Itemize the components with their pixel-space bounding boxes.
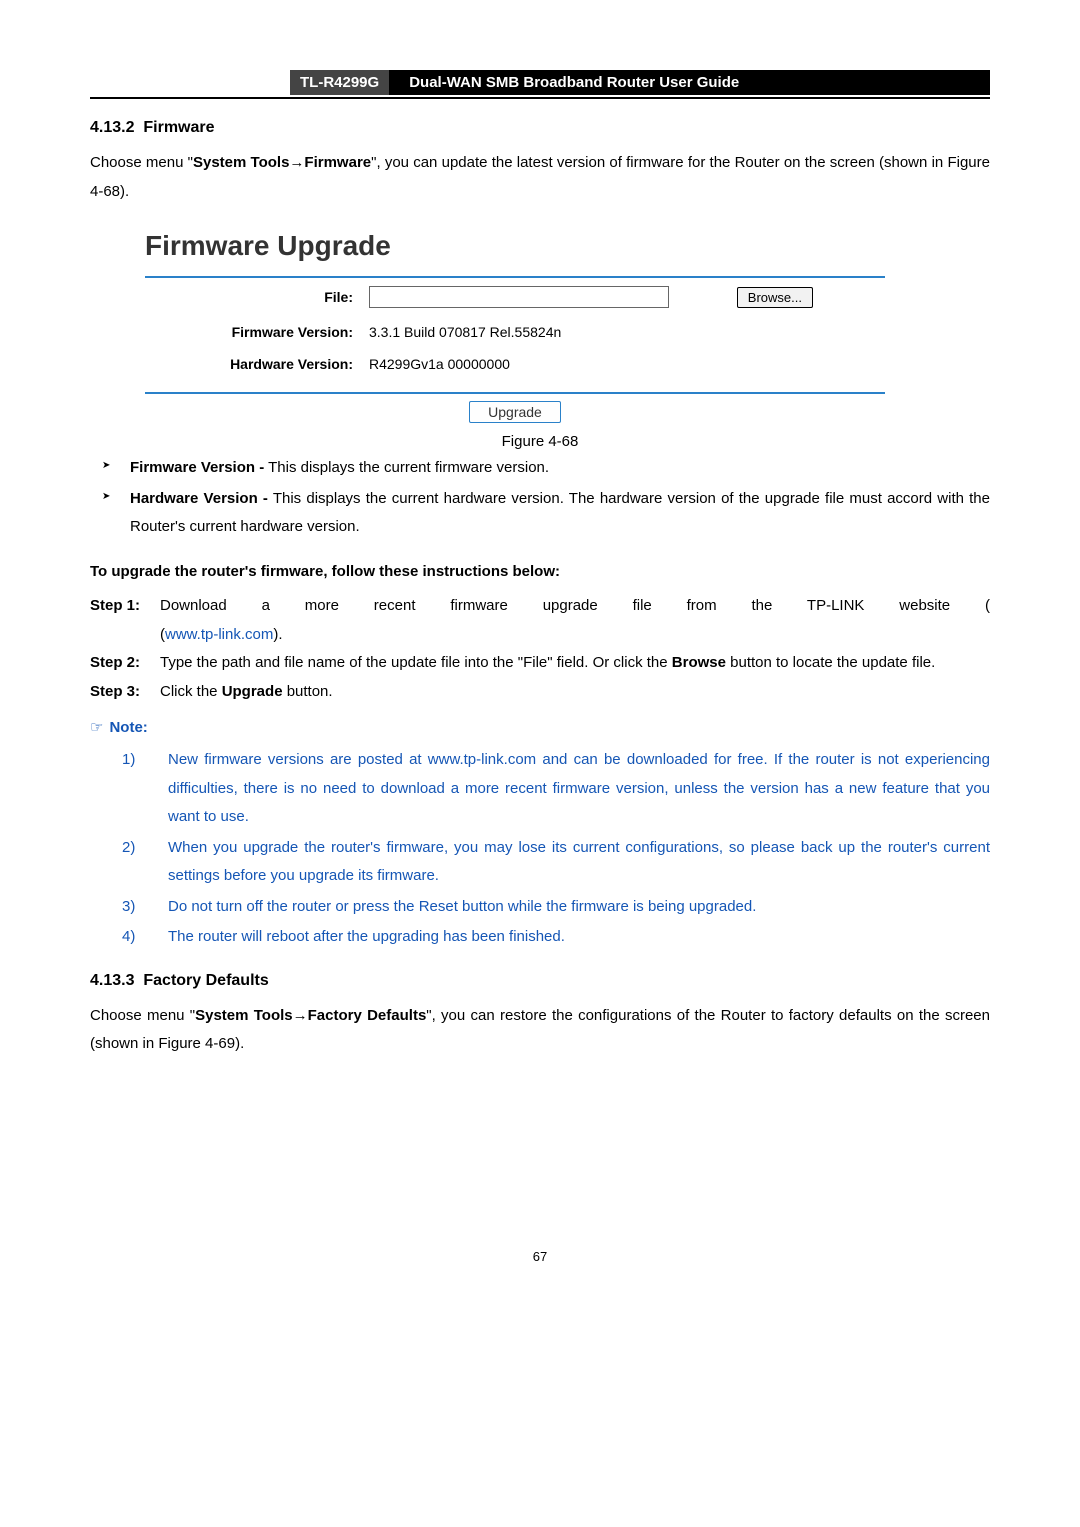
section2-intro-bold: System Tools→Factory Defaults	[195, 1007, 426, 1024]
note-list: 1) New firmware versions are posted at w…	[90, 746, 990, 952]
step1b-text: (www.tp-link.com).	[160, 621, 990, 650]
step-list: Step 1: Download a more recent firmware …	[90, 592, 990, 706]
note-item-1: 1) New firmware versions are posted at w…	[90, 746, 990, 832]
note-item-3: 3) Do not turn off the router or press t…	[90, 893, 990, 922]
hw-version-row: Hardware Version: R4299Gv1a 00000000	[145, 348, 885, 380]
note1-link[interactable]: www.tp-link.com	[428, 751, 536, 768]
hand-icon: ☞	[90, 718, 103, 736]
step2-label: Step 2:	[90, 649, 160, 678]
section2-number: 4.13.3	[90, 972, 134, 989]
figure-caption: Figure 4-68	[90, 433, 990, 450]
step2-b: button to locate the update file.	[726, 654, 935, 671]
header-rule	[90, 97, 990, 99]
note-item-2: 2) When you upgrade the router's firmwar…	[90, 834, 990, 891]
feature-bullets: Firmware Version - This displays the cur…	[90, 454, 990, 542]
header-title: Dual-WAN SMB Broadband Router User Guide	[389, 70, 990, 95]
header-model: TL-R4299G	[290, 70, 389, 95]
hw-version-label: Hardware Version:	[145, 348, 361, 380]
header-spacer	[90, 70, 290, 95]
note3-num: 3)	[90, 893, 168, 922]
step2-a: Type the path and file name of the updat…	[160, 654, 672, 671]
step3-label: Step 3:	[90, 678, 160, 707]
note4-num: 4)	[90, 923, 168, 952]
page-header: TL-R4299G Dual-WAN SMB Broadband Router …	[90, 70, 990, 95]
note-label: Note:	[109, 719, 147, 736]
step-1b: (www.tp-link.com).	[90, 621, 990, 650]
file-label: File:	[145, 278, 361, 316]
hw-version-value: R4299Gv1a 00000000	[361, 348, 885, 380]
firmware-table: File: Browse... Firmware Version: 3.3.1 …	[145, 278, 885, 380]
bullet-firmware-version: Firmware Version - This displays the cur…	[90, 454, 990, 483]
step3-b: button.	[283, 683, 333, 700]
firmware-upgrade-panel: Firmware Upgrade File: Browse... Firmwar…	[145, 222, 885, 421]
step1-a: Download a more recent firmware upgrade …	[160, 597, 990, 614]
fw-version-row: Firmware Version: 3.3.1 Build 070817 Rel…	[145, 316, 885, 348]
note1-text: New firmware versions are posted at www.…	[168, 746, 990, 832]
step2-bold: Browse	[672, 654, 726, 671]
note-item-4: 4) The router will reboot after the upgr…	[90, 923, 990, 952]
fw-version-label: Firmware Version:	[145, 316, 361, 348]
section1-intro: Choose menu "System Tools→Firmware", you…	[90, 149, 990, 206]
note-heading: ☞ Note:	[90, 718, 990, 736]
note2-num: 2)	[90, 834, 168, 891]
step3-a: Click the	[160, 683, 222, 700]
bullet1-text: This displays the current firmware versi…	[264, 459, 549, 476]
section2-title: Factory Defaults	[143, 972, 268, 989]
step1-b: ).	[273, 626, 282, 643]
browse-button[interactable]: Browse...	[737, 287, 813, 308]
note1-a: New firmware versions are posted at	[168, 751, 428, 768]
step-3: Step 3: Click the Upgrade button.	[90, 678, 990, 707]
step3-bold: Upgrade	[222, 683, 283, 700]
firmware-upgrade-title: Firmware Upgrade	[145, 222, 885, 276]
step-1: Step 1: Download a more recent firmware …	[90, 592, 990, 621]
instructions-heading: To upgrade the router's firmware, follow…	[90, 558, 990, 587]
note2-text: When you upgrade the router's firmware, …	[168, 834, 990, 891]
section-heading-firmware: 4.13.2 Firmware	[90, 119, 990, 137]
bullet1-bold: Firmware Version -	[130, 459, 264, 476]
step1-link[interactable]: www.tp-link.com	[165, 626, 273, 643]
page-number: 67	[90, 1249, 990, 1264]
section-title: Firmware	[143, 119, 214, 136]
bullet-hardware-version: Hardware Version - This displays the cur…	[90, 485, 990, 542]
fw-version-value: 3.3.1 Build 070817 Rel.55824n	[361, 316, 885, 348]
step2-text: Type the path and file name of the updat…	[160, 649, 990, 678]
upgrade-button[interactable]: Upgrade	[469, 401, 561, 423]
file-cell: Browse...	[361, 278, 885, 316]
note4-text: The router will reboot after the upgradi…	[168, 923, 990, 952]
file-row: File: Browse...	[145, 278, 885, 316]
section2-intro: Choose menu "System Tools→Factory Defaul…	[90, 1002, 990, 1059]
step3-text: Click the Upgrade button.	[160, 678, 990, 707]
section-number: 4.13.2	[90, 119, 134, 136]
note1-num: 1)	[90, 746, 168, 832]
step1-label: Step 1:	[90, 592, 160, 621]
section1-intro-pre: Choose menu "	[90, 154, 193, 171]
upgrade-row: Upgrade	[145, 394, 885, 421]
bullet2-bold: Hardware Version -	[130, 490, 268, 507]
section1-intro-bold: System Tools→Firmware	[193, 154, 371, 171]
file-input[interactable]	[369, 286, 669, 308]
step-2: Step 2: Type the path and file name of t…	[90, 649, 990, 678]
section-heading-factory: 4.13.3 Factory Defaults	[90, 972, 990, 990]
section2-intro-pre: Choose menu "	[90, 1007, 195, 1024]
step1-text: Download a more recent firmware upgrade …	[160, 592, 990, 621]
note3-text: Do not turn off the router or press the …	[168, 893, 990, 922]
